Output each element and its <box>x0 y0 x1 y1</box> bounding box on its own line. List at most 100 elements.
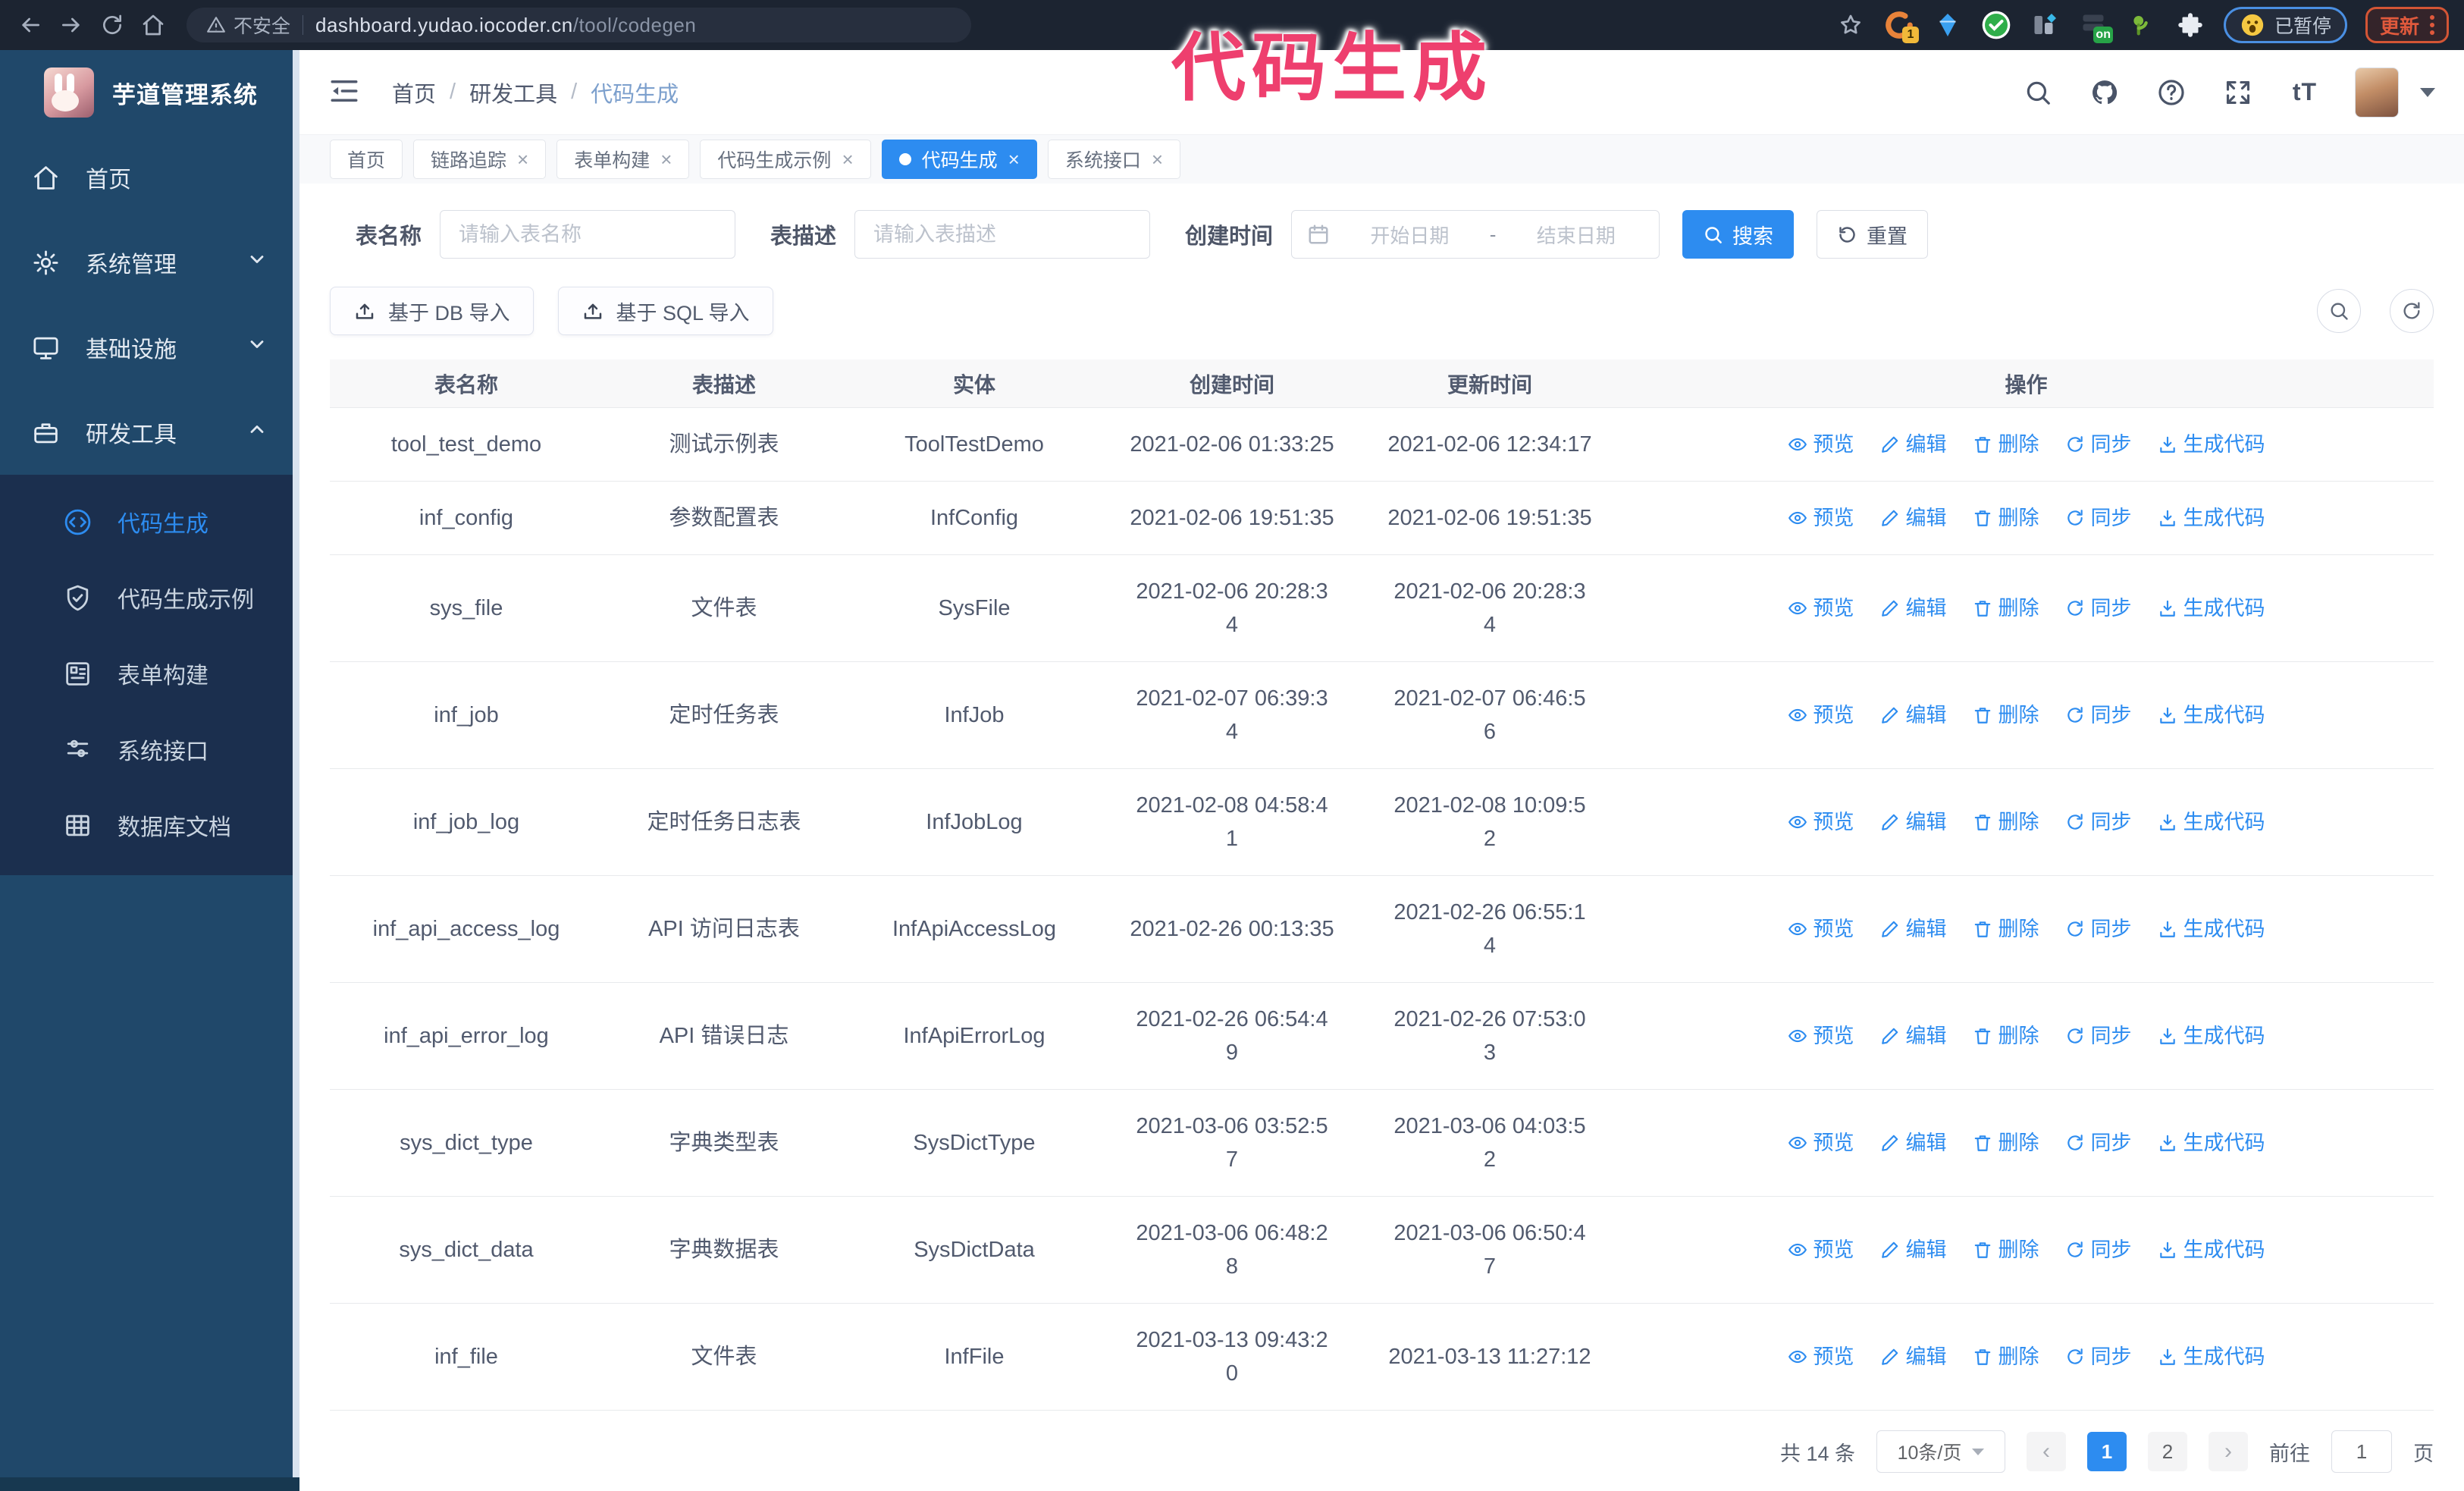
sidebar-item-devtools[interactable]: 研发工具 <box>0 390 299 475</box>
page-button-2[interactable]: 2 <box>2148 1432 2187 1471</box>
generate-code-link[interactable]: 生成代码 <box>2158 805 2265 839</box>
font-size-icon[interactable]: tT <box>2288 76 2321 109</box>
fullscreen-icon[interactable] <box>2221 76 2255 109</box>
menu-fold-icon[interactable] <box>328 75 363 110</box>
sync-link[interactable]: 同步 <box>2065 428 2132 461</box>
avatar-dropdown-caret[interactable] <box>2420 87 2435 97</box>
github-icon[interactable] <box>2088 76 2121 109</box>
edit-link[interactable]: 编辑 <box>1880 428 1947 461</box>
delete-link[interactable]: 删除 <box>1973 698 2039 732</box>
preview-link[interactable]: 预览 <box>1788 501 1854 535</box>
app-logo-row[interactable]: 芋道管理系统 <box>0 50 299 135</box>
preview-link[interactable]: 预览 <box>1788 1233 1854 1267</box>
home-icon[interactable] <box>138 10 168 40</box>
table-name-input[interactable] <box>440 210 736 259</box>
close-icon[interactable]: × <box>842 149 853 169</box>
tab-codegen[interactable]: 代码生成 × <box>881 140 1037 179</box>
sidebar-scrollbar[interactable] <box>293 50 299 1491</box>
extension-orange-icon[interactable]: 1 <box>1884 10 1919 43</box>
paused-extension-pill[interactable]: 已暂停 <box>2223 7 2347 43</box>
extension-check-icon[interactable] <box>1981 10 2011 40</box>
delete-link[interactable]: 删除 <box>1973 1233 2039 1267</box>
generate-code-link[interactable]: 生成代码 <box>2158 428 2265 461</box>
generate-code-link[interactable]: 生成代码 <box>2158 1126 2265 1160</box>
delete-link[interactable]: 删除 <box>1973 592 2039 625</box>
preview-link[interactable]: 预览 <box>1788 698 1854 732</box>
sync-link[interactable]: 同步 <box>2065 805 2132 839</box>
edit-link[interactable]: 编辑 <box>1880 805 1947 839</box>
next-page-button[interactable]: › <box>2209 1432 2248 1471</box>
forward-icon[interactable] <box>56 10 86 40</box>
preview-link[interactable]: 预览 <box>1788 1019 1854 1053</box>
sync-link[interactable]: 同步 <box>2065 592 2132 625</box>
extension-puzzle-icon[interactable] <box>2175 10 2205 40</box>
sidebar-item-form-builder[interactable]: 表单构建 <box>0 636 299 711</box>
bookmark-star-icon[interactable] <box>1835 10 1866 40</box>
security-warning[interactable]: 不安全 <box>206 11 290 39</box>
sidebar-item-home[interactable]: 首页 <box>0 135 299 220</box>
generate-code-link[interactable]: 生成代码 <box>2158 912 2265 946</box>
close-icon[interactable]: × <box>660 149 672 169</box>
edit-link[interactable]: 编辑 <box>1880 501 1947 535</box>
generate-code-link[interactable]: 生成代码 <box>2158 1340 2265 1373</box>
preview-link[interactable]: 预览 <box>1788 592 1854 625</box>
close-icon[interactable]: × <box>1008 149 1020 169</box>
edit-link[interactable]: 编辑 <box>1880 1126 1947 1160</box>
prev-page-button[interactable]: ‹ <box>2027 1432 2066 1471</box>
reload-icon[interactable] <box>97 10 127 40</box>
generate-code-link[interactable]: 生成代码 <box>2158 1233 2265 1267</box>
extension-green-icon[interactable] <box>2127 10 2157 40</box>
close-icon[interactable]: × <box>517 149 528 169</box>
back-icon[interactable] <box>15 10 45 40</box>
breadcrumb-home[interactable]: 首页 <box>392 77 436 108</box>
date-range-picker[interactable]: 开始日期 - 结束日期 <box>1291 210 1660 259</box>
import-db-button[interactable]: 基于 DB 导入 <box>330 287 534 335</box>
sidebar-item-system[interactable]: 系统管理 <box>0 220 299 305</box>
preview-link[interactable]: 预览 <box>1788 1126 1854 1160</box>
user-avatar[interactable] <box>2355 67 2399 118</box>
menu-dots-icon[interactable] <box>2430 15 2434 35</box>
breadcrumb-devtools[interactable]: 研发工具 <box>469 77 557 108</box>
preview-link[interactable]: 预览 <box>1788 912 1854 946</box>
sidebar-item-system-api[interactable]: 系统接口 <box>0 711 299 787</box>
sidebar-item-infra[interactable]: 基础设施 <box>0 305 299 390</box>
preview-link[interactable]: 预览 <box>1788 428 1854 461</box>
help-icon[interactable] <box>2155 76 2188 109</box>
import-sql-button[interactable]: 基于 SQL 导入 <box>557 287 773 335</box>
reset-button[interactable]: 重置 <box>1817 210 1929 259</box>
close-icon[interactable]: × <box>1152 149 1163 169</box>
edit-link[interactable]: 编辑 <box>1880 1019 1947 1053</box>
delete-link[interactable]: 删除 <box>1973 501 2039 535</box>
sync-link[interactable]: 同步 <box>2065 1233 2132 1267</box>
sync-link[interactable]: 同步 <box>2065 1340 2132 1373</box>
edit-link[interactable]: 编辑 <box>1880 1233 1947 1267</box>
tab-codegen-example[interactable]: 代码生成示例 × <box>700 140 871 179</box>
delete-link[interactable]: 删除 <box>1973 1019 2039 1053</box>
edit-link[interactable]: 编辑 <box>1880 912 1947 946</box>
extension-on-icon[interactable]: on <box>2078 10 2113 43</box>
delete-link[interactable]: 删除 <box>1973 1340 2039 1373</box>
address-bar[interactable]: 不安全 dashboard.yudao.iocoder.cn/tool/code… <box>187 8 971 42</box>
sync-link[interactable]: 同步 <box>2065 501 2132 535</box>
tab-form-builder[interactable]: 表单构建 × <box>556 140 690 179</box>
sidebar-item-db-doc[interactable]: 数据库文档 <box>0 787 299 863</box>
extension-grid-icon[interactable] <box>2030 10 2060 40</box>
edit-link[interactable]: 编辑 <box>1880 592 1947 625</box>
toggle-search-button[interactable] <box>2317 289 2361 333</box>
edit-link[interactable]: 编辑 <box>1880 698 1947 732</box>
sidebar-item-codegen-example[interactable]: 代码生成示例 <box>0 560 299 636</box>
extension-gem-icon[interactable] <box>1933 10 1963 40</box>
generate-code-link[interactable]: 生成代码 <box>2158 592 2265 625</box>
browser-update-button[interactable]: 更新 <box>2365 7 2449 43</box>
sidebar-item-codegen[interactable]: 代码生成 <box>0 484 299 560</box>
search-button[interactable]: 搜索 <box>1682 210 1795 259</box>
generate-code-link[interactable]: 生成代码 <box>2158 698 2265 732</box>
preview-link[interactable]: 预览 <box>1788 1340 1854 1373</box>
table-desc-input[interactable] <box>854 210 1151 259</box>
delete-link[interactable]: 删除 <box>1973 805 2039 839</box>
generate-code-link[interactable]: 生成代码 <box>2158 501 2265 535</box>
delete-link[interactable]: 删除 <box>1973 428 2039 461</box>
generate-code-link[interactable]: 生成代码 <box>2158 1019 2265 1053</box>
refresh-table-button[interactable] <box>2390 289 2434 333</box>
delete-link[interactable]: 删除 <box>1973 1126 2039 1160</box>
